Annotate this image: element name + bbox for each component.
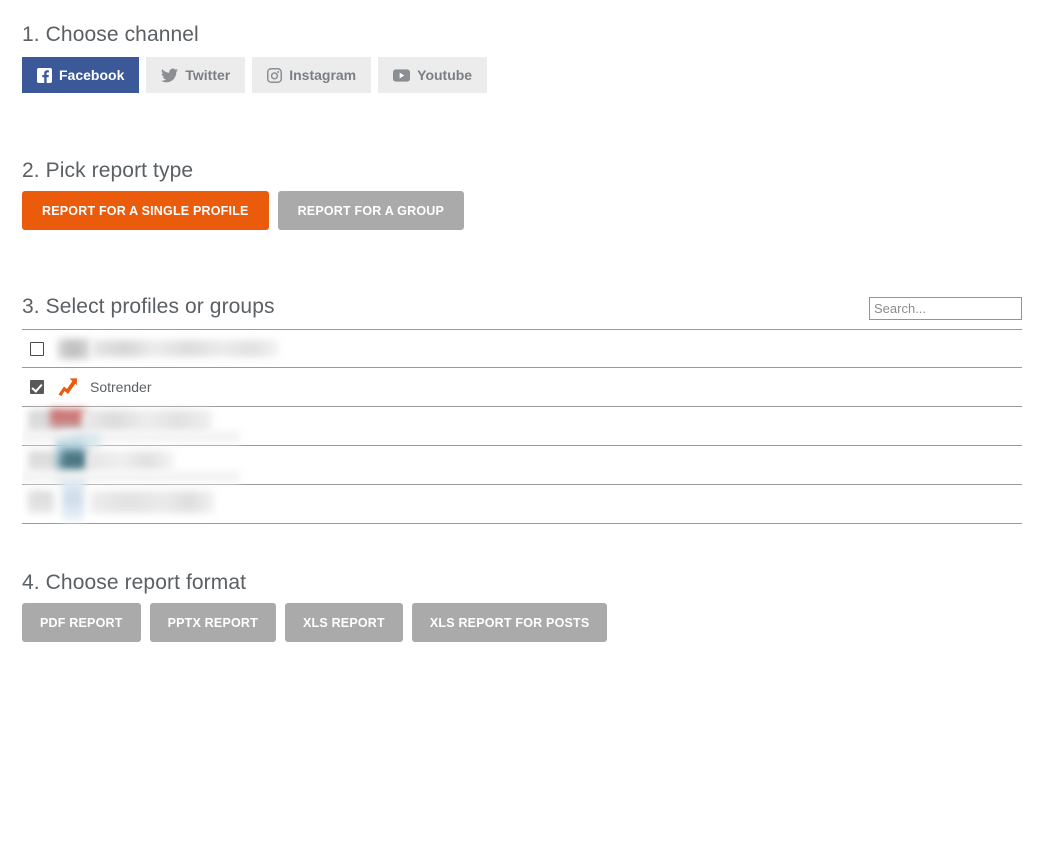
profile-list: Sotrender	[22, 329, 1022, 531]
youtube-icon	[393, 68, 411, 82]
redacted-overlay	[62, 479, 84, 521]
channel-button-youtube[interactable]: Youtube	[378, 57, 488, 93]
profile-checkbox[interactable]	[30, 380, 44, 394]
channel-label: Twitter	[185, 67, 231, 83]
profile-checkbox[interactable]	[30, 341, 44, 356]
profile-list-row[interactable]	[22, 479, 1022, 524]
redacted-overlay	[82, 410, 212, 432]
redacted-overlay	[62, 451, 88, 469]
profile-list-row[interactable]	[22, 438, 1022, 485]
channel-selector: Facebook Twitter Instagram Youtube	[22, 57, 488, 93]
report-type-single-profile-button[interactable]: REPORT FOR A SINGLE PROFILE	[22, 191, 269, 230]
search-input[interactable]	[869, 297, 1022, 320]
instagram-icon	[267, 67, 283, 83]
channel-button-facebook[interactable]: Facebook	[22, 57, 140, 93]
channel-label: Youtube	[417, 67, 473, 83]
channel-button-twitter[interactable]: Twitter	[146, 57, 246, 93]
twitter-icon	[161, 68, 179, 83]
format-button-pdf[interactable]: PDF REPORT	[22, 603, 141, 642]
profile-name: Sotrender	[90, 379, 152, 395]
redacted-overlay	[90, 491, 214, 513]
profile-list-row[interactable]	[22, 329, 1022, 368]
format-button-xls[interactable]: XLS REPORT	[284, 603, 403, 642]
redacted-overlay	[22, 431, 240, 443]
report-builder-page: 1. Choose channel Facebook Twitter Insta…	[0, 0, 1042, 658]
channel-button-instagram[interactable]: Instagram	[252, 57, 372, 93]
redacted-overlay	[50, 409, 86, 431]
format-button-pptx[interactable]: PPTX REPORT	[149, 603, 276, 642]
section-title-choose-channel: 1. Choose channel	[22, 23, 199, 46]
section-title-select-profiles: 3. Select profiles or groups	[22, 295, 275, 318]
channel-label: Instagram	[289, 67, 357, 83]
redacted-overlay	[92, 340, 278, 357]
redacted-overlay	[22, 471, 240, 483]
channel-label: Facebook	[59, 67, 125, 83]
redacted-overlay	[28, 491, 54, 513]
section-title-choose-report-format: 4. Choose report format	[22, 571, 247, 594]
profile-list-row[interactable]	[22, 407, 1022, 449]
report-type-group-button[interactable]: REPORT FOR A GROUP	[277, 191, 465, 230]
section-title-pick-report-type: 2. Pick report type	[22, 159, 194, 182]
facebook-icon	[37, 67, 52, 83]
profile-list-scrollbar[interactable]	[1014, 329, 1023, 531]
report-format-selector: PDF REPORT PPTX REPORT XLS REPORT XLS RE…	[22, 603, 608, 642]
format-button-xls-posts[interactable]: XLS REPORT FOR POSTS	[411, 603, 608, 642]
redacted-overlay	[86, 451, 174, 471]
sotrender-logo-icon	[56, 375, 80, 399]
redacted-overlay	[58, 339, 90, 359]
profile-list-row-sotrender[interactable]: Sotrender	[22, 368, 1022, 407]
report-type-selector: REPORT FOR A SINGLE PROFILE REPORT FOR A…	[22, 191, 465, 230]
